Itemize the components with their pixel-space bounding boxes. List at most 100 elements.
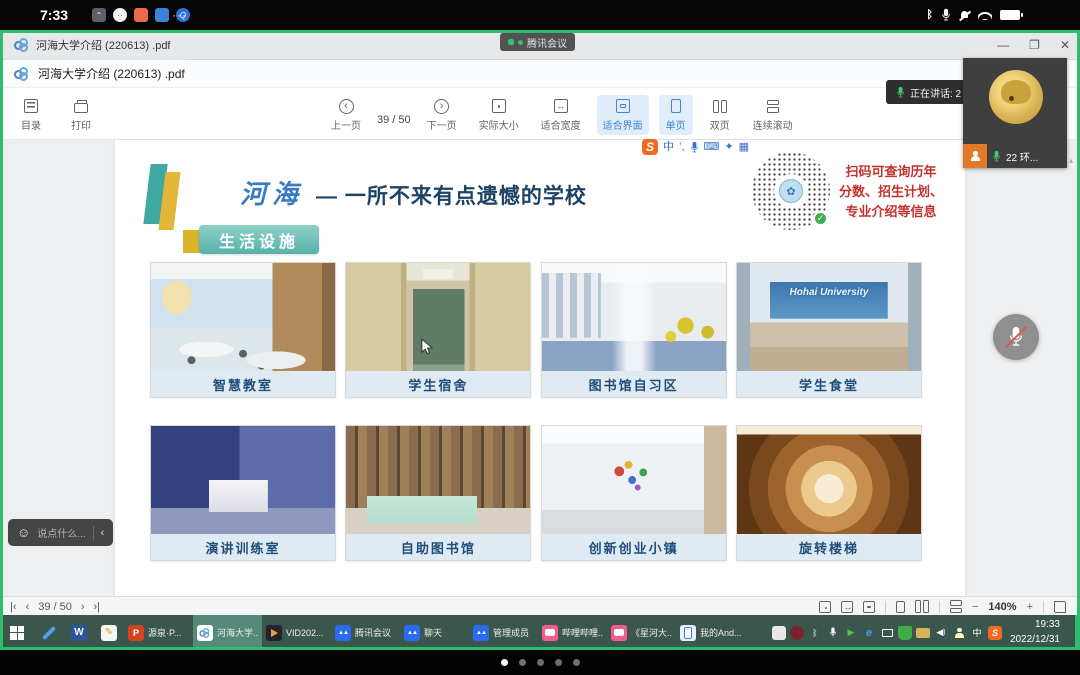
maximize-button[interactable]: ❐ — [1029, 38, 1040, 52]
pen-tool-button[interactable] — [34, 615, 64, 650]
slide-page: S 中 ’, ⌨ ✦ ▦ 河海 — 一所不来有点遗憾的学校 ✿ ✓ 扫码可查询历… — [115, 140, 965, 596]
pen-icon — [42, 625, 56, 639]
previous-page-button[interactable]: ‹ 上一页 — [325, 95, 367, 135]
qr-center-logo: ✿ — [774, 174, 808, 208]
toolbar-center-group: ‹ 上一页 39 / 50 › 下一页 实际大小 适合宽度 适合界面 — [325, 95, 799, 135]
start-button[interactable] — [0, 615, 34, 650]
facility-card: 演讲训练室 — [150, 425, 336, 561]
tray-sogou-icon[interactable]: S — [988, 626, 1002, 640]
video-panel-collapse-arrow[interactable]: ▴ — [1069, 156, 1073, 165]
single-page-icon[interactable] — [896, 600, 905, 613]
last-page-button[interactable]: ›| — [94, 601, 101, 613]
next-page-button[interactable]: › 下一页 — [421, 95, 463, 135]
tray-app-icon[interactable] — [772, 626, 786, 640]
meeting-chat-bar[interactable]: ☺ 说点什么... ‹ — [8, 519, 113, 546]
facility-photo-dormitory — [346, 263, 530, 371]
facility-photo-smart-classroom — [151, 263, 335, 371]
mic-status-icon — [941, 8, 951, 22]
zoom-level[interactable]: 140% — [988, 601, 1016, 613]
microphone-muted-button[interactable] — [993, 314, 1039, 360]
facility-caption: 自助图书馆 — [346, 534, 530, 560]
tray-bluetooth-icon[interactable]: ᛒ — [808, 626, 822, 640]
continuous-scroll-button[interactable]: 连续滚动 — [747, 95, 799, 135]
punctuation-icon[interactable]: ’, — [679, 142, 685, 153]
zoom-out-button[interactable]: − — [972, 601, 978, 613]
close-button[interactable]: ✕ — [1060, 38, 1070, 52]
system-tray: ᛒ ▶ e ◀) 中 S — [772, 615, 1002, 650]
next-page-button[interactable]: › — [81, 601, 85, 613]
tray-recorder-icon[interactable] — [790, 626, 804, 640]
page-dot — [573, 659, 580, 666]
fullscreen-icon[interactable] — [1054, 600, 1066, 613]
double-page-button[interactable]: 双页 — [703, 95, 737, 135]
phone-status-icons: ᛒ — [926, 8, 1020, 22]
taskbar-app-bilibili-video[interactable]: 《星河大... — [607, 615, 676, 650]
tray-mic-icon[interactable] — [826, 626, 840, 640]
fit-page-button[interactable]: 适合界面 — [597, 95, 649, 135]
show-desktop-button[interactable] — [1075, 615, 1080, 650]
taskbar-app-video-player[interactable]: VID202... — [262, 615, 331, 650]
tray-browser-icon[interactable]: e — [862, 626, 876, 640]
tray-defender-icon[interactable] — [898, 626, 912, 640]
phone-clock: 7:33 — [40, 7, 68, 23]
wps-logo-icon — [14, 38, 30, 52]
taskbar-clock[interactable]: 19:33 2022/12/31 — [1010, 618, 1060, 647]
participant-name: 22 环... — [1006, 149, 1038, 164]
emoji-icon[interactable]: ☺ — [17, 525, 30, 540]
taskbar-app-tencent-meeting[interactable]: ▲▲ 腾讯会议 — [331, 615, 400, 650]
voice-input-icon[interactable] — [690, 141, 699, 154]
toc-button[interactable]: 目录 — [14, 95, 48, 135]
ime-mode-icon[interactable]: 中 — [663, 142, 674, 153]
prev-page-button[interactable]: ‹ — [26, 601, 30, 613]
taskbar-date: 2022/12/31 — [1010, 633, 1060, 648]
windows-logo-icon — [10, 626, 24, 640]
tray-play-icon[interactable]: ▶ — [844, 626, 858, 640]
chat-input-placeholder[interactable]: 说点什么... — [37, 525, 85, 540]
taskbar-app-my-android[interactable]: 我的And... — [676, 615, 745, 650]
sogou-ime-toolbar: S 中 ’, ⌨ ✦ ▦ — [642, 138, 749, 156]
print-icon — [74, 98, 88, 114]
double-page-icon[interactable] — [915, 600, 929, 613]
toolbox-icon[interactable]: ▦ — [739, 142, 749, 153]
fit-width-button[interactable]: 适合宽度 — [535, 95, 587, 135]
actual-size-button[interactable]: 实际大小 — [473, 95, 525, 135]
facility-photo-innovation-town — [542, 426, 726, 534]
windows-taskbar: W ✎ P 源泉·P... 河海大学... VID202... ▲▲ 腾讯会议 … — [0, 615, 1080, 650]
facility-card: Hohai University 学生食堂 — [736, 262, 922, 398]
document-tab[interactable]: 河海大学介绍 (220613) .pdf — [6, 30, 185, 60]
wps-pdf-icon — [197, 625, 213, 641]
skin-icon[interactable]: ✦ — [724, 142, 733, 153]
minimize-button[interactable]: — — [997, 38, 1009, 52]
meeting-floating-pill[interactable]: 腾讯会议 — [500, 33, 575, 51]
fit-width-icon[interactable] — [841, 600, 853, 613]
actual-size-icon[interactable] — [819, 600, 831, 613]
tray-ime-indicator[interactable]: 中 — [970, 626, 984, 640]
phone-page-indicator — [0, 650, 1080, 675]
taskbar-app-powerpoint[interactable]: P 源泉·P... — [124, 615, 193, 650]
single-page-button[interactable]: 单页 — [659, 95, 693, 135]
tray-volume-icon[interactable]: ◀) — [934, 626, 948, 640]
word-button[interactable]: W — [64, 615, 94, 650]
taskbar-app-member-management[interactable]: ▲▲ 管理成员 — [469, 615, 538, 650]
speaking-mic-icon — [896, 86, 905, 99]
zoom-in-button[interactable]: + — [1027, 601, 1033, 613]
tray-folder-icon[interactable] — [916, 628, 930, 638]
word-icon: W — [71, 625, 87, 641]
chat-collapse-arrow[interactable]: ‹ — [101, 527, 105, 539]
continuous-scroll-icon[interactable] — [950, 600, 962, 613]
tray-user-icon[interactable] — [952, 626, 966, 640]
facility-photo-library-study-area — [542, 263, 726, 371]
first-page-button[interactable]: |‹ — [10, 601, 17, 613]
sogou-logo-icon[interactable]: S — [642, 139, 658, 155]
fit-page-icon[interactable] — [863, 600, 875, 613]
print-button[interactable]: 打印 — [64, 95, 98, 135]
taskbar-app-meeting-chat[interactable]: ▲▲ 聊天 — [400, 615, 469, 650]
taskbar-app-pdf-active[interactable]: 河海大学... — [193, 615, 262, 650]
facility-card: 学生宿舍 — [345, 262, 531, 398]
wps-docs-button[interactable]: ✎ — [94, 615, 124, 650]
taskbar-app-bilibili[interactable]: 哔哩哔哩... — [538, 615, 607, 650]
participant-video-panel[interactable]: 22 环... — [963, 58, 1067, 168]
facility-photo-self-service-library — [346, 426, 530, 534]
tray-display-icon[interactable] — [880, 626, 894, 640]
soft-keyboard-icon[interactable]: ⌨ — [704, 142, 720, 153]
